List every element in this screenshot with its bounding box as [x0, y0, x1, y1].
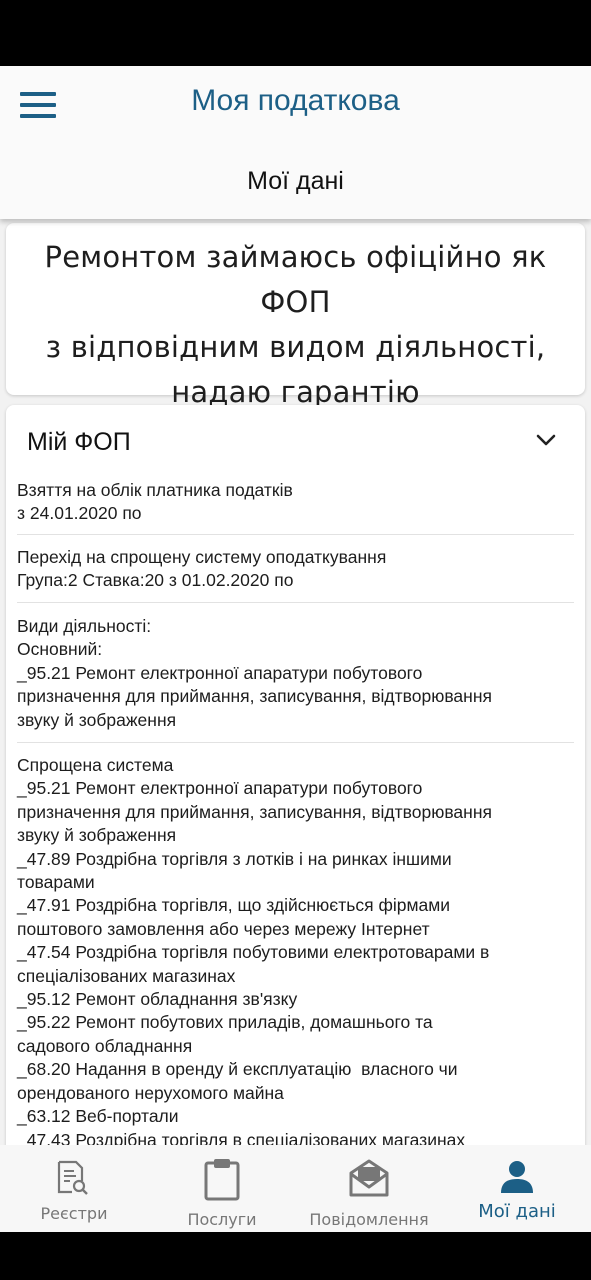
nav-messages[interactable]: Повідомлення [305, 1145, 433, 1232]
nav-messages-label: Повідомлення [309, 1210, 429, 1229]
tax-system-info: Перехід на спрощену систему оподаткуванн… [17, 547, 387, 591]
user-icon [501, 1161, 533, 1193]
nav-services[interactable]: Послуги [172, 1145, 272, 1232]
chevron-down-icon[interactable] [535, 433, 557, 447]
clipboard-icon [204, 1159, 240, 1201]
divider [17, 602, 574, 603]
page-title: Мої дані [247, 167, 344, 195]
banner-text: Ремонтом займаюсь офіційно як ФОП з відп… [44, 240, 547, 409]
divider [17, 742, 574, 743]
nav-registries[interactable]: Реєстри [20, 1145, 128, 1232]
top-bar: Моя податкова Мої дані [0, 66, 591, 219]
banner-card: Ремонтом займаюсь офіційно як ФОП з відп… [6, 223, 585, 409]
fop-card-title: Мій ФОП [27, 428, 131, 456]
nav-my-data-label: Мої дані [478, 1201, 556, 1222]
registration-info: Взяття на облік платника податків з 24.0… [17, 480, 293, 524]
fop-card: Мій ФОП Взяття на облік платника податкі… [6, 405, 585, 1232]
divider [17, 534, 574, 535]
nav-my-data[interactable]: Мої дані [468, 1145, 566, 1232]
app-screen: Моя податкова Мої дані Ремонтом займаюсь… [0, 66, 591, 1232]
nav-services-label: Послуги [187, 1210, 257, 1229]
registry-search-icon [57, 1160, 88, 1195]
nav-registries-label: Реєстри [40, 1204, 108, 1223]
main-activity-info: Види діяльності: Основний: _95.21 Ремонт… [17, 616, 492, 730]
app-title: Моя податкова [191, 84, 400, 117]
simplified-activities-list: Спрощена система _95.21 Ремонт електронн… [17, 755, 492, 1150]
fop-card-header[interactable]: Мій ФОП [6, 405, 585, 465]
envelope-icon [349, 1159, 389, 1197]
bottom-navigation: Реєстри Послуги Повідомлення Мої дані [0, 1145, 591, 1232]
